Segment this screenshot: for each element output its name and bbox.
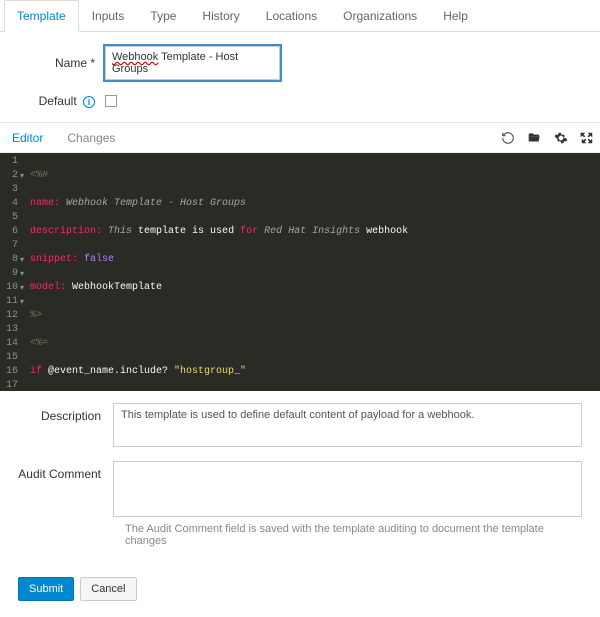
description-textarea[interactable]: [113, 403, 582, 447]
editor-tab-changes[interactable]: Changes: [55, 123, 127, 153]
code-content[interactable]: <%# name: Webhook Template - Host Groups…: [24, 153, 600, 391]
expand-icon[interactable]: [580, 131, 594, 145]
name-row: Name * Webhook Template - Host Groups: [0, 46, 600, 80]
name-label: Name *: [20, 56, 105, 70]
info-icon[interactable]: i: [83, 96, 95, 108]
cancel-button[interactable]: Cancel: [80, 577, 136, 601]
tab-type[interactable]: Type: [137, 0, 189, 32]
audit-row: Audit Comment: [18, 461, 582, 517]
editor-section: Editor Changes 12▾345678▾9▾10▾11▾1213141…: [0, 122, 600, 391]
tab-history[interactable]: History: [189, 0, 252, 32]
tab-template[interactable]: Template: [4, 0, 79, 32]
footer-buttons: Submit Cancel: [0, 567, 600, 617]
audit-textarea[interactable]: [113, 461, 582, 517]
tab-help[interactable]: Help: [430, 0, 481, 32]
editor-header: Editor Changes: [0, 123, 600, 153]
code-gutter: 12▾345678▾9▾10▾11▾121314151617181920▾21▾…: [0, 153, 24, 391]
default-checkbox[interactable]: [105, 95, 117, 107]
submit-button[interactable]: Submit: [18, 577, 74, 601]
default-row: Default i: [0, 94, 600, 108]
tab-inputs[interactable]: Inputs: [79, 0, 138, 32]
editor-tab-editor[interactable]: Editor: [0, 123, 55, 153]
audit-label: Audit Comment: [18, 461, 113, 517]
page-tabs: Template Inputs Type History Locations O…: [0, 0, 600, 32]
undo-icon[interactable]: [501, 131, 515, 145]
default-label: Default i: [20, 94, 105, 108]
audit-help-text: The Audit Comment field is saved with th…: [125, 523, 582, 547]
tab-locations[interactable]: Locations: [253, 0, 330, 32]
folder-open-icon[interactable]: [527, 131, 542, 145]
name-input[interactable]: Webhook Template - Host Groups: [105, 46, 280, 80]
description-row: Description: [18, 403, 582, 447]
code-editor[interactable]: 12▾345678▾9▾10▾11▾121314151617181920▾21▾…: [0, 153, 600, 391]
description-label: Description: [18, 403, 113, 447]
tab-organizations[interactable]: Organizations: [330, 0, 430, 32]
gear-icon[interactable]: [554, 131, 568, 145]
